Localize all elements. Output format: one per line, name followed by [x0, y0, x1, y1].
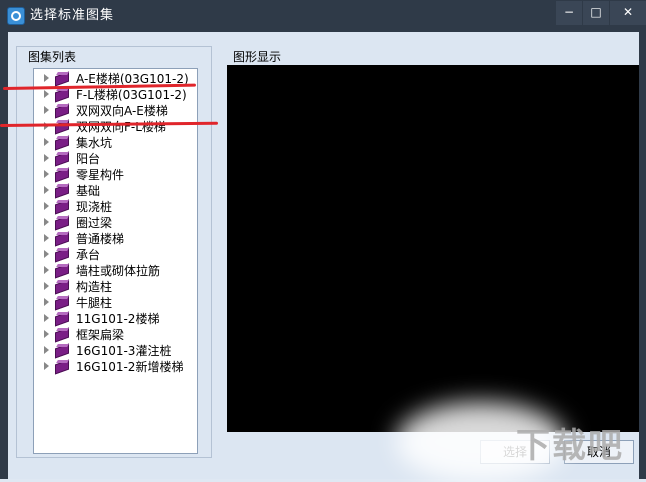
dialog-client-area: 图集列表 A-E楼梯(03G101-2) F-L楼梯(03G101-2) 双网双向A… [8, 32, 639, 479]
book-icon [55, 312, 70, 325]
tree-item-label: 构造柱 [76, 279, 113, 294]
expand-arrow-icon[interactable] [44, 74, 49, 82]
tree-item[interactable]: 16G101-3灌注桩 [34, 342, 171, 358]
expand-arrow-icon[interactable] [44, 106, 49, 114]
window-title: 选择标准图集 [30, 8, 115, 23]
book-icon [55, 280, 70, 293]
tree-item[interactable]: 16G101-2新增楼梯 [34, 358, 183, 374]
tree-item-label: 框架扁梁 [76, 327, 125, 342]
tree-item[interactable]: 墙柱或砌体拉筋 [34, 262, 160, 278]
tree-item-label: 双网双向A-E楼梯 [76, 103, 168, 118]
tree-item[interactable]: 承台 [34, 246, 100, 262]
expand-arrow-icon[interactable] [44, 282, 49, 290]
tree-item-label: 零星构件 [76, 167, 125, 182]
book-icon [55, 200, 70, 213]
tree-item-label: 现浇桩 [76, 199, 113, 214]
tree-item-label: 16G101-2新增楼梯 [76, 359, 184, 374]
tree-item[interactable]: 基础 [34, 182, 100, 198]
book-icon [55, 344, 70, 357]
book-icon [55, 184, 70, 197]
tree-item[interactable]: 构造柱 [34, 278, 112, 294]
atlas-list-label: 图集列表 [28, 50, 77, 64]
tree-item[interactable]: 现浇桩 [34, 198, 112, 214]
graphic-preview [227, 65, 639, 432]
expand-arrow-icon[interactable] [44, 186, 49, 194]
expand-arrow-icon[interactable] [44, 298, 49, 306]
tree-item[interactable]: 圈过梁 [34, 214, 112, 230]
book-icon [55, 104, 70, 117]
tree-item[interactable]: 11G101-2楼梯 [34, 310, 159, 326]
expand-arrow-icon[interactable] [44, 218, 49, 226]
graphic-display-label: 图形显示 [233, 50, 282, 64]
tree-item-label: 阳台 [76, 151, 101, 166]
tree-item[interactable]: 框架扁梁 [34, 326, 124, 342]
tree-item-label: 牛腿柱 [76, 295, 113, 310]
book-icon [55, 232, 70, 245]
book-icon [55, 72, 70, 85]
book-icon [55, 216, 70, 229]
expand-arrow-icon[interactable] [44, 234, 49, 242]
book-icon [55, 360, 70, 373]
tree-item[interactable]: 双网双向A-E楼梯 [34, 102, 168, 118]
expand-arrow-icon[interactable] [44, 314, 49, 322]
book-icon [55, 88, 70, 101]
book-icon [55, 168, 70, 181]
book-icon [55, 152, 70, 165]
tree-item-label: 基础 [76, 183, 101, 198]
book-icon [55, 248, 70, 261]
tree-item[interactable]: 牛腿柱 [34, 294, 112, 310]
book-icon [55, 328, 70, 341]
expand-arrow-icon[interactable] [44, 170, 49, 178]
book-icon [55, 296, 70, 309]
tree-item[interactable]: 普通楼梯 [34, 230, 124, 246]
tree-item[interactable]: 零星构件 [34, 166, 124, 182]
tree-item-label: 集水坑 [76, 135, 113, 150]
tree-item-label: 圈过梁 [76, 215, 113, 230]
tree-item-label: 承台 [76, 247, 101, 262]
watermark-text: 下载吧 [516, 426, 624, 466]
dialog-window: 选择标准图集 − □ ✕ 图集列表 A-E楼梯(03G101-2) F-L楼梯(0… [0, 0, 646, 479]
maximize-button[interactable]: □ [583, 1, 609, 25]
expand-arrow-icon[interactable] [44, 266, 49, 274]
tree-item[interactable]: 集水坑 [34, 134, 112, 150]
close-button[interactable]: ✕ [610, 1, 646, 25]
minimize-button[interactable]: − [556, 1, 582, 25]
tree-item-label: 11G101-2楼梯 [76, 311, 160, 326]
expand-arrow-icon[interactable] [44, 250, 49, 258]
expand-arrow-icon[interactable] [44, 154, 49, 162]
tree-item-label: 16G101-3灌注桩 [76, 343, 172, 358]
expand-arrow-icon[interactable] [44, 138, 49, 146]
tree-item[interactable]: 阳台 [34, 150, 100, 166]
book-icon [55, 136, 70, 149]
app-logo-icon [7, 7, 25, 25]
expand-arrow-icon[interactable] [44, 202, 49, 210]
tree-item-label: 墙柱或砌体拉筋 [76, 263, 161, 278]
expand-arrow-icon[interactable] [44, 90, 49, 98]
expand-arrow-icon[interactable] [44, 330, 49, 338]
tree-item-label: 普通楼梯 [76, 231, 125, 246]
title-bar[interactable]: 选择标准图集 − □ ✕ [0, 0, 646, 32]
expand-arrow-icon[interactable] [44, 362, 49, 370]
book-icon [55, 264, 70, 277]
expand-arrow-icon[interactable] [44, 346, 49, 354]
